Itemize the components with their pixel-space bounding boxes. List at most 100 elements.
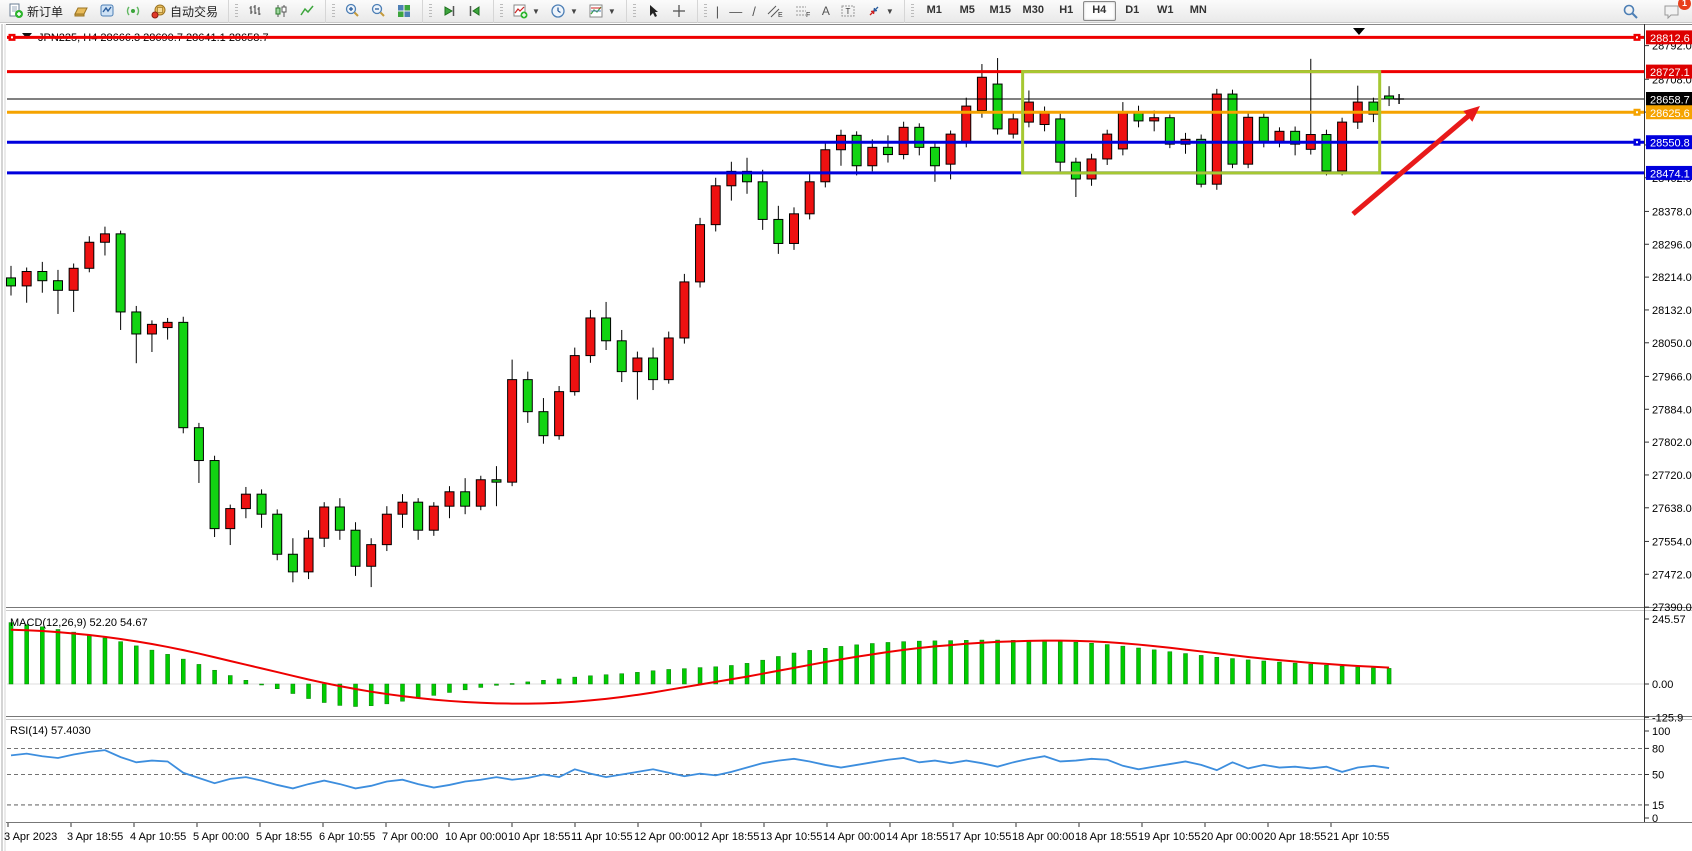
rsi-tick: 100: [1652, 726, 1670, 738]
cursor-button[interactable]: [640, 0, 666, 22]
price-badge-text: 28812.6: [1650, 33, 1690, 45]
candle: [586, 310, 595, 363]
macd-bar: [228, 676, 232, 684]
macd-bar: [902, 642, 906, 684]
channel-button[interactable]: E: [761, 0, 789, 22]
text-label-button[interactable]: T: [835, 0, 861, 22]
timeframe-M1[interactable]: M1: [918, 1, 951, 21]
chart-shift-button[interactable]: [462, 0, 488, 22]
candle: [555, 386, 564, 440]
macd-bar: [808, 650, 812, 684]
macd-bar: [635, 672, 639, 684]
price-tick: 28132.0: [1652, 305, 1692, 317]
timeframe-H4[interactable]: H4: [1083, 1, 1116, 21]
search-icon: [1622, 3, 1639, 20]
macd-bar: [698, 668, 702, 684]
fibonacci-icon: F: [794, 3, 812, 19]
time-label: 21 Apr 10:55: [1327, 831, 1389, 843]
crosshair-button[interactable]: [666, 0, 692, 22]
signals-button[interactable]: [120, 0, 146, 22]
candle: [1228, 90, 1237, 168]
macd-bar: [510, 683, 514, 684]
timeframe-M5[interactable]: M5: [951, 1, 984, 21]
text-label-icon: T: [840, 3, 856, 19]
text-icon: A: [822, 4, 830, 18]
profile-button[interactable]: [68, 0, 94, 22]
time-label: 18 Apr 18:55: [1075, 831, 1137, 843]
candle: [711, 178, 720, 232]
indicators-button[interactable]: ▼: [507, 0, 545, 22]
timeframe-H1[interactable]: H1: [1050, 1, 1083, 21]
timeframe-D1[interactable]: D1: [1116, 1, 1149, 21]
zoom-in-button[interactable]: [339, 0, 365, 22]
arrows-icon: [866, 3, 882, 19]
macd-bar: [354, 684, 358, 706]
periods-dropdown-arrow[interactable]: ▼: [570, 7, 578, 16]
trendline-button[interactable]: /: [747, 0, 761, 22]
candle: [273, 509, 282, 560]
candle: [1322, 130, 1331, 176]
new-order-icon: [8, 3, 24, 19]
auto-trading-button[interactable]: 自动交易: [146, 0, 223, 22]
macd-bar: [1011, 640, 1015, 684]
chart-shift-icon: [467, 3, 483, 19]
templates-icon: [588, 3, 604, 19]
toolbar-group-chart-type: [228, 0, 323, 23]
macd-bar: [1387, 668, 1391, 684]
time-label: 13 Apr 10:55: [760, 831, 822, 843]
templates-button[interactable]: ▼: [583, 0, 621, 22]
cursor-icon: [645, 3, 661, 19]
time-label: 14 Apr 18:55: [886, 831, 948, 843]
macd-bar: [1105, 645, 1109, 684]
auto-scroll-button[interactable]: [436, 0, 462, 22]
timeframe-M30[interactable]: M30: [1017, 1, 1050, 21]
macd-bar: [964, 640, 968, 684]
toolbar-group-cursor: [626, 0, 695, 23]
macd-bar: [1246, 660, 1250, 684]
periods-button[interactable]: ▼: [545, 0, 583, 22]
time-label: 12 Apr 18:55: [697, 831, 759, 843]
auto-trading-icon: [151, 3, 167, 19]
notification-badge[interactable]: 1: [1678, 0, 1691, 10]
arrows-button[interactable]: ▼: [861, 0, 899, 22]
bar-chart-button[interactable]: [242, 0, 268, 22]
timeframe-W1[interactable]: W1: [1149, 1, 1182, 21]
tile-windows-button[interactable]: [391, 0, 417, 22]
time-label: 4 Apr 10:55: [130, 831, 186, 843]
time-label: 19 Apr 10:55: [1138, 831, 1200, 843]
macd-tick: -125.9: [1652, 712, 1683, 724]
arrows-dropdown-arrow[interactable]: ▼: [886, 7, 894, 16]
horizontal-line-button[interactable]: —: [724, 0, 747, 22]
time-label: 11 Apr 10:55: [571, 831, 633, 843]
text-button[interactable]: A: [817, 0, 835, 22]
chat-button[interactable]: 1: [1658, 0, 1686, 22]
price-tick: 28296.0: [1652, 239, 1692, 251]
macd-bar: [275, 684, 279, 689]
price-tick: 28214.0: [1652, 272, 1692, 284]
horizontal-line-icon: —: [729, 4, 742, 19]
time-label: 10 Apr 00:00: [445, 831, 507, 843]
zoom-out-button[interactable]: [365, 0, 391, 22]
templates-dropdown-arrow[interactable]: ▼: [608, 7, 616, 16]
rsi-tick: 15: [1652, 800, 1664, 812]
timeframe-M15[interactable]: M15: [984, 1, 1017, 21]
indicators-dropdown-arrow[interactable]: ▼: [532, 7, 540, 16]
search-button[interactable]: [1617, 0, 1644, 22]
macd-bar: [416, 684, 420, 698]
channel-icon: E: [766, 3, 784, 19]
vertical-line-button[interactable]: |: [711, 0, 724, 22]
candlestick-chart-button[interactable]: [268, 0, 294, 22]
price-tick: 27884.0: [1652, 404, 1692, 416]
candle: [1212, 89, 1221, 190]
candle: [1338, 118, 1347, 176]
metaeditor-button[interactable]: [94, 0, 120, 22]
timeframe-MN[interactable]: MN: [1182, 1, 1215, 21]
macd-bar: [369, 684, 373, 706]
line-chart-button[interactable]: [294, 0, 320, 22]
fibonacci-button[interactable]: F: [789, 0, 817, 22]
new-order-button[interactable]: 新订单: [3, 0, 68, 22]
chart-canvas[interactable]: JPN225, H4 28666.3 28690.7 28641.1 28658…: [0, 0, 1692, 851]
svg-text:T: T: [845, 7, 850, 16]
macd-bar: [479, 684, 483, 687]
macd-bar: [260, 684, 264, 685]
